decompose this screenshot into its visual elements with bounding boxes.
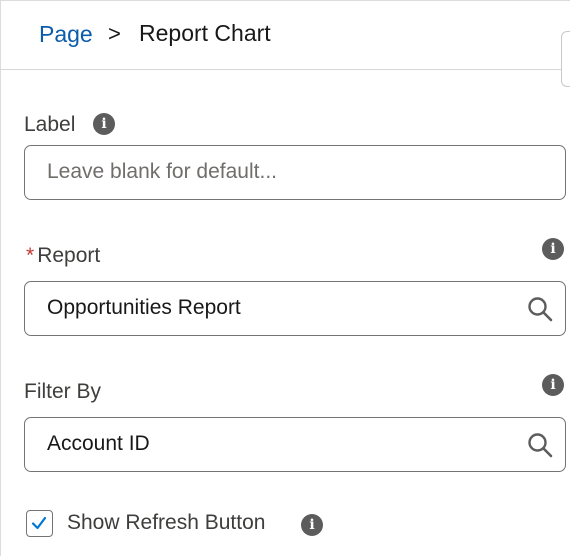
filter-by-input[interactable]: [47, 418, 517, 470]
report-input[interactable]: [47, 282, 517, 334]
breadcrumb-current: Report Chart: [139, 20, 271, 46]
panel-header: Page > Report Chart: [1, 1, 570, 70]
info-icon[interactable]: i: [542, 238, 564, 260]
search-icon[interactable]: [527, 296, 553, 322]
report-label-text: Report: [37, 244, 101, 267]
report-input-box[interactable]: [24, 281, 566, 336]
info-icon[interactable]: i: [542, 374, 564, 396]
filter-by-input-box[interactable]: [24, 417, 566, 472]
info-icon[interactable]: i: [93, 113, 115, 135]
checkmark-icon: [31, 516, 47, 530]
search-icon[interactable]: [527, 432, 553, 458]
show-refresh-checkbox[interactable]: [26, 510, 53, 537]
label-input[interactable]: [47, 146, 517, 198]
info-icon[interactable]: i: [301, 514, 323, 536]
report-field-label: * Report: [26, 244, 100, 268]
show-refresh-label[interactable]: Show Refresh Button: [67, 511, 265, 535]
breadcrumb-page-link[interactable]: Page: [39, 21, 93, 48]
label-field-label: Label: [24, 113, 76, 136]
properties-panel: Page > Report Chart Label i *Report i Fi…: [0, 0, 570, 556]
required-marker: *: [26, 244, 35, 267]
label-input-box[interactable]: [24, 145, 566, 200]
panel-edge-tab[interactable]: [561, 31, 570, 87]
breadcrumb-separator: >: [108, 21, 121, 46]
filter-by-field-label: Filter By: [24, 380, 102, 403]
